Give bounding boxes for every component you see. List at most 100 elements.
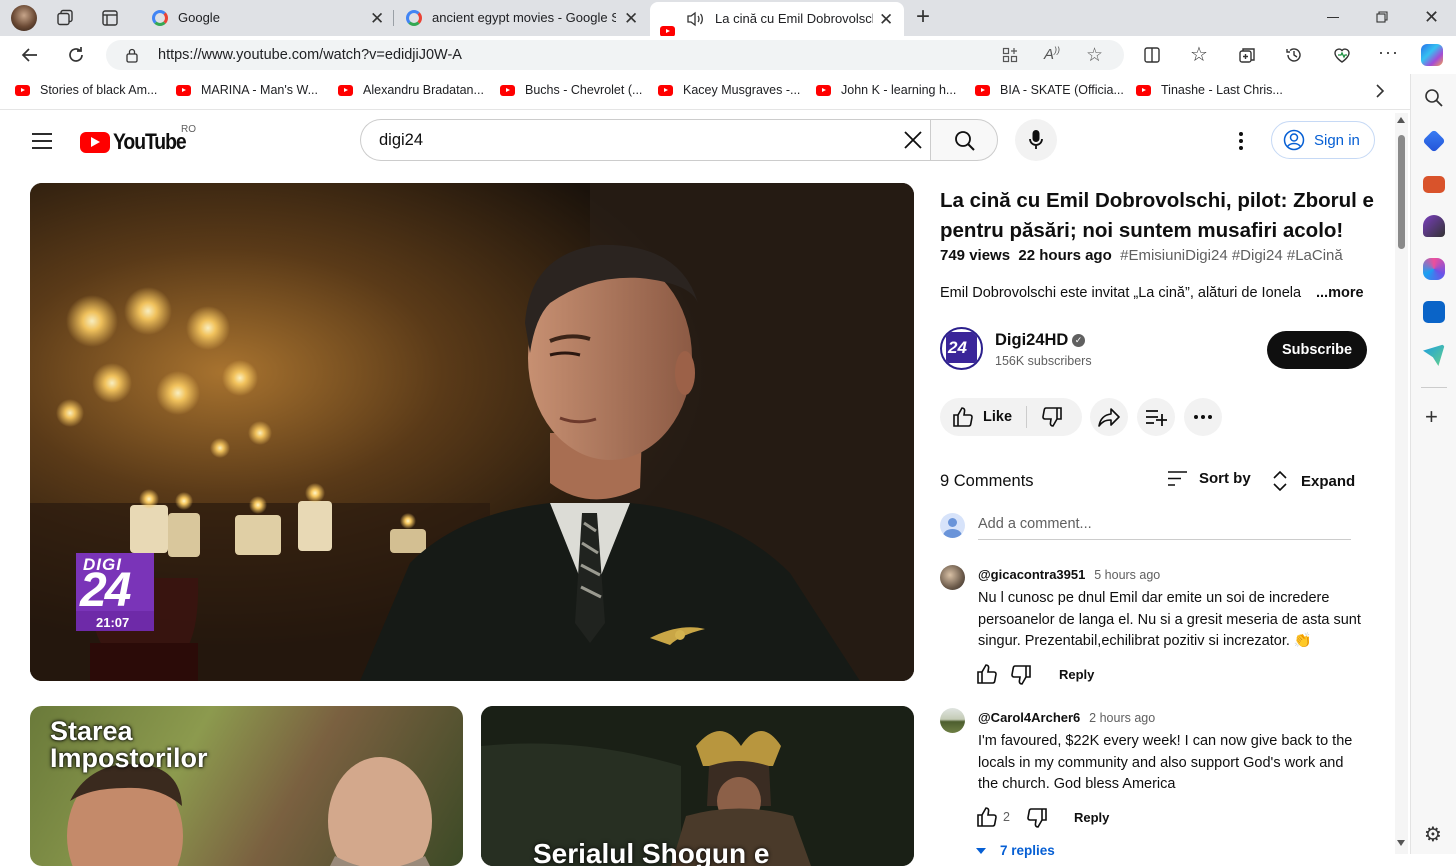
video-description[interactable]: Emil Dobrovolschi este invitat „La cină”…: [940, 285, 1366, 301]
url-text[interactable]: https://www.youtube.com/watch?v=edidjiJ0…: [158, 47, 462, 63]
close-tab-icon[interactable]: ✕: [370, 9, 384, 29]
guide-menu-icon[interactable]: [31, 132, 53, 150]
add-comment-input[interactable]: Add a comment...: [978, 513, 1351, 540]
tab-google[interactable]: Google ✕: [140, 3, 393, 33]
copilot-icon[interactable]: [1421, 44, 1443, 66]
subscribe-button[interactable]: Subscribe: [1267, 331, 1367, 369]
bookmark-item[interactable]: BIA - SKATE (Officia...: [975, 83, 1124, 97]
comment-text: Nu l cunosc pe dnul Emil dar emite un so…: [978, 590, 1361, 649]
video-player[interactable]: DIGI 24 21:07: [30, 183, 914, 681]
related-video-thumbnail[interactable]: Serialul Shogun e: [481, 706, 914, 866]
comment-dislike-button[interactable]: [1026, 808, 1048, 828]
sidebar-settings-gear-icon[interactable]: ⚙: [1424, 822, 1442, 847]
app-available-icon[interactable]: [1002, 47, 1018, 63]
outlook-icon[interactable]: [1423, 301, 1445, 323]
history-icon[interactable]: [1285, 46, 1303, 64]
search-button[interactable]: [930, 119, 998, 161]
favorites-icon[interactable]: ☆: [1190, 42, 1208, 67]
sort-comments-button[interactable]: Sort by: [1167, 470, 1251, 487]
related-video-thumbnail[interactable]: Starea Impostorilor: [30, 706, 463, 866]
microsoft-365-icon[interactable]: [1423, 258, 1445, 280]
dislike-button[interactable]: [1027, 398, 1082, 436]
comment-author[interactable]: @gicacontra3951: [978, 567, 1085, 582]
tab-actions-icon[interactable]: [101, 9, 119, 27]
youtube-favicon-icon: [15, 84, 30, 96]
bookmark-item[interactable]: John K - learning h...: [816, 83, 956, 97]
new-tab-button[interactable]: +: [916, 4, 930, 30]
view-replies-button[interactable]: 7 replies: [976, 843, 1055, 858]
add-sidebar-app-icon[interactable]: +: [1425, 406, 1438, 428]
comment-header: @Carol4Archer6 2 hours ago: [978, 709, 1155, 727]
comment-reply-button[interactable]: Reply: [1074, 810, 1109, 825]
youtube-favicon-icon: [338, 84, 353, 96]
favorite-star-icon[interactable]: ☆: [1086, 44, 1103, 67]
read-aloud-icon[interactable]: A)): [1044, 45, 1060, 63]
google-favicon-icon: [152, 10, 168, 26]
comment-dislike-button[interactable]: [1010, 665, 1032, 685]
commenter-avatar[interactable]: [940, 565, 965, 590]
omnibox[interactable]: https://www.youtube.com/watch?v=edidjiJ0…: [106, 40, 1124, 70]
comment-reply-button[interactable]: Reply: [1059, 667, 1094, 682]
commenter-avatar[interactable]: [940, 708, 965, 733]
bookmark-item[interactable]: Kacey Musgraves -...: [658, 83, 800, 97]
refresh-icon[interactable]: [66, 45, 86, 65]
games-chess-icon[interactable]: [1423, 215, 1445, 237]
show-more-button[interactable]: ...more: [1316, 285, 1364, 301]
workspaces-icon[interactable]: [56, 9, 74, 27]
comment-time[interactable]: 2 hours ago: [1089, 711, 1155, 725]
drop-send-icon[interactable]: [1423, 344, 1445, 366]
bookmark-item[interactable]: MARINA - Man's W...: [176, 83, 318, 97]
restore-window-icon[interactable]: [1376, 11, 1388, 23]
hashtags[interactable]: #EmisiuniDigi24 #Digi24 #LaCină: [1120, 247, 1343, 264]
minimize-window-icon[interactable]: [1327, 17, 1339, 19]
profile-avatar[interactable]: [11, 5, 37, 31]
page-scrollbar[interactable]: [1395, 113, 1408, 854]
scroll-down-arrow-icon[interactable]: [1397, 840, 1405, 846]
lock-icon[interactable]: [125, 48, 139, 63]
save-to-playlist-button[interactable]: [1137, 398, 1175, 436]
search-box[interactable]: digi24: [360, 119, 932, 161]
like-button[interactable]: Like: [940, 398, 1026, 436]
collections-icon[interactable]: [1238, 46, 1256, 64]
comment-author[interactable]: @Carol4Archer6: [978, 710, 1080, 725]
sidebar-search-icon[interactable]: [1424, 88, 1444, 108]
share-button[interactable]: [1090, 398, 1128, 436]
youtube-play-icon: [80, 131, 110, 153]
bookmark-item[interactable]: Tinashe - Last Chris...: [1136, 83, 1283, 97]
sign-in-button[interactable]: Sign in: [1271, 121, 1375, 159]
split-screen-icon[interactable]: [1143, 46, 1161, 64]
clear-search-icon[interactable]: [902, 129, 924, 151]
comment-like-button[interactable]: [976, 807, 998, 827]
replies-label: 7 replies: [1000, 843, 1055, 858]
tab-ancient-egypt-search[interactable]: ancient egypt movies - Google Se ✕: [394, 3, 647, 33]
channel-name[interactable]: Digi24HD: [995, 331, 1068, 350]
close-window-icon[interactable]: ✕: [1424, 7, 1439, 28]
bookmark-item[interactable]: Alexandru Bradatan...: [338, 83, 484, 97]
speaker-audio-icon[interactable]: [686, 11, 704, 27]
chevron-down-icon: [976, 847, 986, 854]
channel-avatar[interactable]: 24: [940, 327, 983, 370]
bookmarks-overflow-chevron-icon[interactable]: [1374, 83, 1386, 99]
tab-youtube-active[interactable]: La cină cu Emil Dobrovolsch ✕: [650, 2, 904, 37]
address-toolbar: https://www.youtube.com/watch?v=edidjiJ0…: [0, 36, 1456, 74]
shopping-tag-icon[interactable]: [1422, 129, 1446, 153]
scrollbar-thumb[interactable]: [1398, 135, 1405, 249]
more-menu-icon[interactable]: ···: [1378, 42, 1399, 63]
back-icon[interactable]: [20, 45, 40, 65]
upload-age: 22 hours ago: [1018, 247, 1112, 264]
close-tab-icon[interactable]: ✕: [879, 10, 893, 30]
comment-time[interactable]: 5 hours ago: [1094, 568, 1160, 582]
scroll-up-arrow-icon[interactable]: [1397, 117, 1405, 123]
bookmark-item[interactable]: Buchs - Chevrolet (...: [500, 83, 642, 97]
search-input[interactable]: digi24: [379, 131, 423, 150]
browser-essentials-icon[interactable]: [1332, 46, 1352, 64]
youtube-logo[interactable]: YouTube: [80, 129, 195, 155]
more-actions-button[interactable]: [1184, 398, 1222, 436]
bookmark-item[interactable]: Stories of black Am...: [15, 83, 157, 97]
voice-search-button[interactable]: [1015, 119, 1057, 161]
comment-like-button[interactable]: [976, 664, 998, 684]
tools-briefcase-icon[interactable]: [1423, 176, 1445, 193]
close-tab-icon[interactable]: ✕: [624, 9, 638, 29]
expand-comments-button[interactable]: Expand: [1272, 470, 1355, 492]
settings-more-icon[interactable]: [1238, 131, 1244, 151]
